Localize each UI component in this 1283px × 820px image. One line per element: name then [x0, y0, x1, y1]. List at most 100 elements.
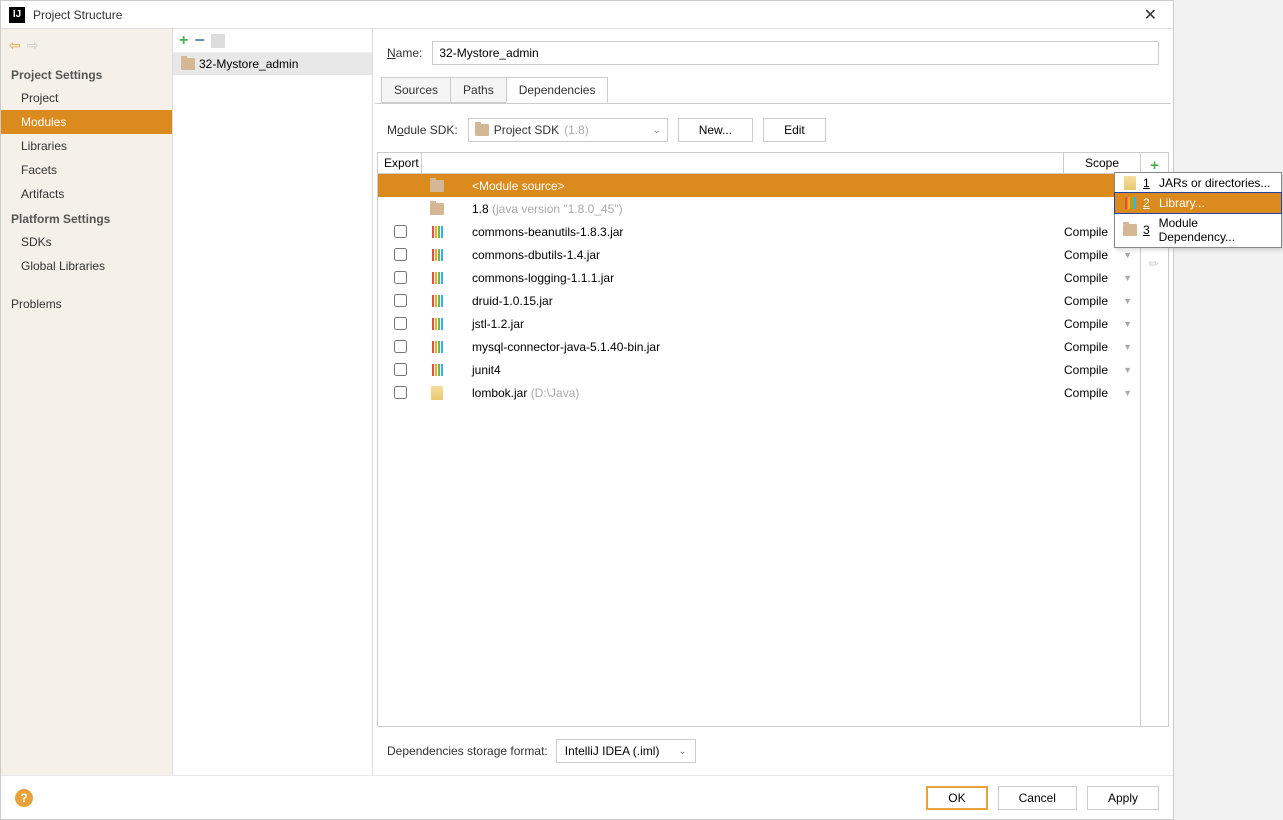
library-icon	[432, 295, 443, 307]
tree-module-item[interactable]: 32-Mystore_admin	[173, 53, 372, 75]
dependency-name: lombok.jar (D:\Java)	[452, 386, 1064, 400]
export-checkbox[interactable]	[394, 294, 407, 307]
sidebar-item-problems[interactable]: Problems	[1, 292, 172, 316]
col-name	[422, 153, 1064, 173]
dependency-name: druid-1.0.15.jar	[452, 294, 1064, 308]
ok-button[interactable]: OK	[926, 786, 987, 810]
dependency-row[interactable]: mysql-connector-java-5.1.40-bin.jar Comp…	[378, 335, 1140, 358]
chevron-down-icon: ⌄	[652, 125, 660, 136]
library-icon	[432, 364, 443, 376]
dependency-scope[interactable]: Compile▼	[1064, 248, 1140, 262]
dependency-scope[interactable]: Compile▼	[1064, 386, 1140, 400]
edit-dependency-icon: ✎	[1146, 255, 1163, 272]
export-checkbox[interactable]	[394, 271, 407, 284]
col-export: Export	[378, 153, 422, 173]
library-icon	[432, 341, 443, 353]
sidebar-item-artifacts[interactable]: Artifacts	[1, 182, 172, 206]
export-checkbox[interactable]	[394, 248, 407, 261]
dependency-row[interactable]: commons-beanutils-1.8.3.jar Compile▼	[378, 220, 1140, 243]
dependency-row[interactable]: lombok.jar (D:\Java)Compile▼	[378, 381, 1140, 404]
sidebar-item-facets[interactable]: Facets	[1, 158, 172, 182]
popup-jars[interactable]: 1 JARs or directories...	[1115, 173, 1281, 193]
sidebar-item-sdks[interactable]: SDKs	[1, 230, 172, 254]
tree-copy-icon[interactable]	[211, 34, 225, 48]
library-icon	[1125, 197, 1136, 209]
sidebar-item-modules[interactable]: Modules	[1, 110, 172, 134]
popup-library[interactable]: 2 Library...	[1114, 192, 1282, 214]
dependency-row[interactable]: junit4 Compile▼	[378, 358, 1140, 381]
folder-icon	[430, 180, 444, 192]
dependency-scope[interactable]: Compile▼	[1064, 363, 1140, 377]
dialog-title: Project Structure	[33, 8, 1136, 22]
jar-icon	[431, 386, 443, 400]
dependency-name: commons-dbutils-1.4.jar	[452, 248, 1064, 262]
tree-module-label: 32-Mystore_admin	[199, 57, 298, 71]
dependencies-table: Export Scope <Module source> 1.8 (java v…	[377, 152, 1141, 727]
library-icon	[432, 318, 443, 330]
sidebar-item-global-libraries[interactable]: Global Libraries	[1, 254, 172, 278]
tab-sources[interactable]: Sources	[381, 77, 451, 103]
tab-paths[interactable]: Paths	[450, 77, 507, 103]
module-sdk-select[interactable]: Project SDK (1.8) ⌄	[468, 118, 668, 142]
jar-icon	[1124, 176, 1136, 190]
dependency-name: <Module source>	[452, 179, 1064, 193]
library-icon	[432, 272, 443, 284]
dependency-name: commons-beanutils-1.8.3.jar	[452, 225, 1064, 239]
sidebar-item-libraries[interactable]: Libraries	[1, 134, 172, 158]
popup-module-dep[interactable]: 3 Module Dependency...	[1115, 213, 1281, 247]
dependency-row[interactable]: 1.8 (java version "1.8.0_45")	[378, 197, 1140, 220]
folder-icon	[430, 203, 444, 215]
sdk-edit-button[interactable]: Edit	[763, 118, 826, 142]
library-icon	[432, 249, 443, 261]
dependency-row[interactable]: commons-logging-1.1.1.jar Compile▼	[378, 266, 1140, 289]
dependency-name: mysql-connector-java-5.1.40-bin.jar	[452, 340, 1064, 354]
dependency-name: jstl-1.2.jar	[452, 317, 1064, 331]
nav-back-icon[interactable]: ⇦	[9, 37, 21, 54]
export-checkbox[interactable]	[394, 363, 407, 376]
project-structure-dialog: IJ Project Structure ✕ ⇦ ⇨ Project Setti…	[0, 0, 1174, 820]
storage-label: Dependencies storage format:	[387, 744, 548, 758]
tree-add-icon[interactable]: +	[179, 32, 188, 50]
module-icon	[1123, 224, 1137, 236]
dependency-scope[interactable]: Compile▼	[1064, 271, 1140, 285]
add-dependency-popup: 1 JARs or directories... 2 Library... 3 …	[1114, 172, 1282, 248]
module-folder-icon	[181, 58, 195, 70]
module-editor: Name: Sources Paths Dependencies Module …	[373, 29, 1173, 775]
module-name-input[interactable]	[432, 41, 1159, 65]
dependency-row[interactable]: jstl-1.2.jar Compile▼	[378, 312, 1140, 335]
export-checkbox[interactable]	[394, 225, 407, 238]
sidebar-heading-platform: Platform Settings	[1, 206, 172, 230]
nav-forward-icon: ⇨	[27, 37, 39, 54]
help-icon[interactable]: ?	[15, 789, 33, 807]
dependency-scope[interactable]: Compile▼	[1064, 294, 1140, 308]
sidebar-heading-project: Project Settings	[1, 62, 172, 86]
export-checkbox[interactable]	[394, 317, 407, 330]
tree-remove-icon[interactable]: −	[194, 30, 205, 51]
dependency-scope[interactable]: Compile▼	[1064, 317, 1140, 331]
module-tree: + − 32-Mystore_admin	[173, 29, 373, 775]
sidebar-item-project[interactable]: Project	[1, 86, 172, 110]
tab-dependencies[interactable]: Dependencies	[506, 77, 609, 103]
dependency-row[interactable]: druid-1.0.15.jar Compile▼	[378, 289, 1140, 312]
module-tabs: Sources Paths Dependencies	[375, 77, 1171, 104]
editor-backdrop	[1174, 0, 1283, 820]
export-checkbox[interactable]	[394, 386, 407, 399]
chevron-down-icon: ⌄	[678, 746, 686, 757]
titlebar: IJ Project Structure ✕	[1, 1, 1173, 29]
sdk-new-button[interactable]: New...	[678, 118, 753, 142]
cancel-button[interactable]: Cancel	[998, 786, 1077, 810]
storage-format-select[interactable]: IntelliJ IDEA (.iml) ⌄	[556, 739, 696, 763]
export-checkbox[interactable]	[394, 340, 407, 353]
dependency-name: 1.8 (java version "1.8.0_45")	[452, 202, 1064, 216]
close-icon[interactable]: ✕	[1136, 5, 1165, 25]
apply-button[interactable]: Apply	[1087, 786, 1159, 810]
dependency-row[interactable]: <Module source>	[378, 174, 1140, 197]
sdk-folder-icon	[475, 124, 489, 136]
dependency-row[interactable]: commons-dbutils-1.4.jar Compile▼	[378, 243, 1140, 266]
name-label: Name:	[387, 46, 422, 60]
app-icon: IJ	[9, 7, 25, 23]
settings-sidebar: ⇦ ⇨ Project Settings Project Modules Lib…	[1, 29, 173, 775]
dependency-scope[interactable]: Compile▼	[1064, 340, 1140, 354]
library-icon	[432, 226, 443, 238]
dependency-name: commons-logging-1.1.1.jar	[452, 271, 1064, 285]
